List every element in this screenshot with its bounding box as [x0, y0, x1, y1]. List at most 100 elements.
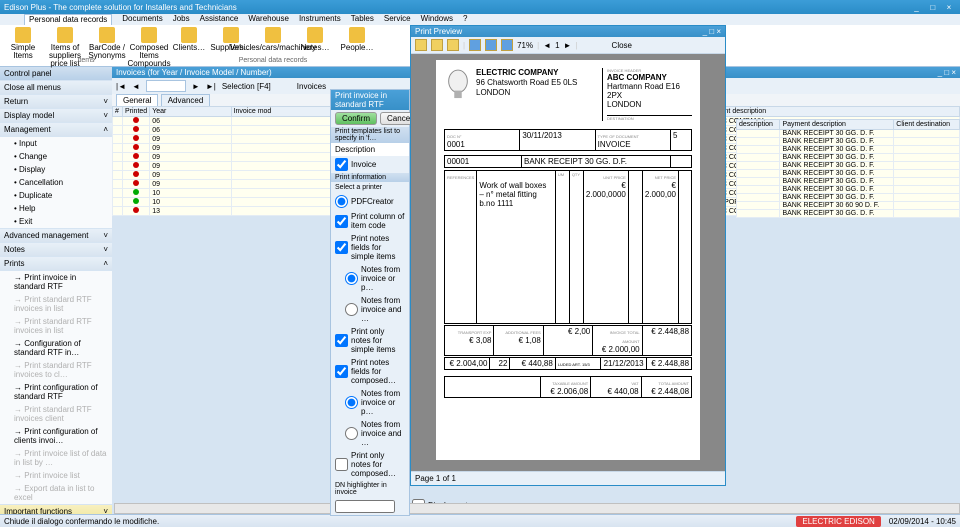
print-info-header: Print information [331, 173, 409, 182]
mgmt-duplicate[interactable]: • Duplicate [0, 189, 112, 202]
table-row[interactable]: BANK RECEIPT 30 GG. D. F. [737, 186, 960, 194]
nav-first-icon[interactable]: |◄ [116, 82, 126, 91]
print-item: → Print standard RTF invoices in list [0, 315, 112, 337]
ribbon-clients-[interactable]: Clients… [172, 27, 206, 52]
table-row[interactable]: BANK RECEIPT 30 GG. D. F. [737, 130, 960, 138]
table-row[interactable]: BANK RECEIPT 30 GG. D. F. [737, 194, 960, 202]
print-item: → Print standard RTF invoices to cl… [0, 359, 112, 381]
menu-assistance[interactable]: Assistance [200, 14, 239, 25]
horizontal-scrollbar[interactable] [114, 503, 960, 514]
ribbon-composed-items-compounds[interactable]: Composed Items Compounds [132, 27, 166, 68]
display-model-section[interactable]: Display model˅ [0, 109, 112, 122]
mgmt-exit[interactable]: • Exit [0, 215, 112, 228]
close-icon[interactable]: × [942, 3, 956, 12]
notes-r2[interactable] [345, 303, 358, 316]
ribbon-simple-items[interactable]: Simple Items [6, 27, 40, 68]
preview-window-controls[interactable]: _ □ × [703, 27, 721, 36]
select-printer-label: Select a printer [331, 182, 409, 193]
table-row[interactable]: BANK RECEIPT 30 GG. D. F. [737, 154, 960, 162]
mgmt-cancellation[interactable]: • Cancellation [0, 176, 112, 189]
print-item[interactable]: → Print invoice in standard RTF [0, 271, 112, 293]
client-name: ABC COMPANY [607, 73, 667, 82]
print-item: → Print invoice list [0, 469, 112, 482]
maximize-icon[interactable]: □ [926, 3, 940, 12]
control-panel: Control panel Close all menus Return˅ Di… [0, 67, 112, 507]
preview-close-button[interactable]: Close [612, 41, 632, 50]
notes-r3[interactable] [345, 396, 358, 409]
management-section[interactable]: Management˄ [0, 123, 112, 136]
menu--[interactable]: ? [463, 14, 467, 25]
pdfcreator-label: PDFCreator [351, 197, 394, 206]
preview-title: Print Preview [415, 27, 462, 36]
return-section[interactable]: Return˅ [0, 95, 112, 108]
selection-label: Selection [F4] [222, 82, 271, 91]
mgmt-change[interactable]: • Change [0, 150, 112, 163]
notes-section[interactable]: Notes˅ [0, 243, 112, 256]
table-row[interactable]: BANK RECEIPT 30 GG. D. F. [737, 210, 960, 218]
print-item[interactable]: → Print configuration of clients invoi… [0, 425, 112, 447]
menu-tables[interactable]: Tables [351, 14, 374, 25]
table-row[interactable]: BANK RECEIPT 30 GG. D. F. [737, 170, 960, 178]
mgmt-input[interactable]: • Input [0, 137, 112, 150]
prints-section[interactable]: Prints˄ [0, 257, 112, 270]
invoices-window-controls[interactable]: _ □ × [938, 68, 956, 77]
print-item[interactable]: → Print configuration of standard RTF [0, 381, 112, 403]
print-notes-composed-check[interactable] [335, 365, 348, 378]
notes-r1[interactable] [345, 272, 358, 285]
tab-general[interactable]: General [116, 94, 158, 106]
advanced-management-section[interactable]: Advanced management˅ [0, 229, 112, 242]
ribbon-notes-[interactable]: Notes… [298, 27, 332, 52]
menu-documents[interactable]: Documents [122, 14, 162, 25]
mgmt-display[interactable]: • Display [0, 163, 112, 176]
dn-highlighter-input[interactable] [335, 500, 395, 513]
nav-next-icon[interactable]: ► [192, 82, 200, 91]
mgmt-help[interactable]: • Help [0, 202, 112, 215]
page-next-icon[interactable]: ► [564, 41, 572, 50]
menu-warehouse[interactable]: Warehouse [248, 14, 289, 25]
zoom-fit-icon[interactable] [469, 39, 481, 51]
status-brand: ELECTRIC EDISON [796, 516, 880, 527]
page-prev-icon[interactable]: ◄ [543, 41, 551, 50]
print-column-check[interactable] [335, 215, 348, 228]
nav-prev-icon[interactable]: ◄ [132, 82, 140, 91]
preview-page: ELECTRIC COMPANY 96 Chatsworth Road E5 0… [436, 60, 700, 460]
menu-windows[interactable]: Windows [421, 14, 453, 25]
table-row[interactable]: BANK RECEIPT 30 GG. D. F. [737, 162, 960, 170]
print-item: → Print standard RTF invoices in list [0, 293, 112, 315]
table-row[interactable]: BANK RECEIPT 30 GG. D. F. [737, 146, 960, 154]
invoices-window-title: Invoices (for Year / Invoice Model / Num… [116, 68, 272, 77]
menu-personal-data-records[interactable]: Personal data records [24, 14, 112, 25]
record-position-input[interactable] [146, 80, 186, 92]
nav-last-icon[interactable]: ►| [206, 82, 216, 91]
confirm-button[interactable]: Confirm [335, 112, 377, 125]
menu-service[interactable]: Service [384, 14, 411, 25]
invoices-grid-right[interactable]: descriptionPayment descriptionClient des… [736, 119, 960, 218]
print-item[interactable]: → Configuration of standard RTF in… [0, 337, 112, 359]
print-icon[interactable] [415, 39, 427, 51]
ribbon-barcode-synonyms[interactable]: BarCode / Synonyms [90, 27, 124, 68]
zoom-width-icon[interactable] [485, 39, 497, 51]
only-notes-composed-check[interactable] [335, 458, 348, 471]
notes-r4[interactable] [345, 427, 358, 440]
pdfcreator-radio[interactable] [335, 195, 348, 208]
ribbon-vehicles-cars-machinery[interactable]: Vehicles/cars/machinery [256, 27, 290, 52]
ribbon-people-[interactable]: People… [340, 27, 374, 52]
status-bar: Chiude il dialogo confermando le modific… [0, 514, 960, 527]
only-notes-simple-check[interactable] [335, 334, 348, 347]
status-message: Chiude il dialogo confermando le modific… [4, 517, 159, 526]
open-icon[interactable] [431, 39, 443, 51]
menu-instruments[interactable]: Instruments [299, 14, 341, 25]
menu-jobs[interactable]: Jobs [173, 14, 190, 25]
save-icon[interactable] [447, 39, 459, 51]
invoice-template-check[interactable] [335, 158, 348, 171]
close-all-menus[interactable]: Close all menus [0, 81, 112, 94]
minimize-icon[interactable]: _ [910, 3, 924, 12]
tab-advanced[interactable]: Advanced [161, 94, 211, 106]
table-row[interactable]: BANK RECEIPT 30 60 90 D. F. [737, 202, 960, 210]
table-row[interactable]: BANK RECEIPT 30 GG. D. F. [737, 138, 960, 146]
preview-title-bar: Print Preview _ □ × [411, 26, 725, 37]
print-notes-simple-check[interactable] [335, 241, 348, 254]
table-row[interactable]: BANK RECEIPT 30 GG. D. F. [737, 178, 960, 186]
zoom-page-icon[interactable] [501, 39, 513, 51]
invoice-template-label: Invoice [351, 160, 376, 169]
